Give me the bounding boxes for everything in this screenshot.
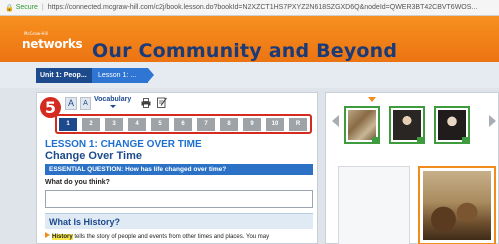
current-marker-icon: [368, 97, 376, 102]
section-title: What Is History?: [49, 217, 121, 227]
page-button-7[interactable]: 7: [197, 118, 215, 131]
page-button-2[interactable]: 2: [82, 118, 100, 131]
camera-icon: [417, 137, 425, 144]
book-title: Our Community and Beyond: [92, 40, 398, 62]
painting-image: [423, 171, 491, 240]
page-button-9[interactable]: 9: [243, 118, 261, 131]
media-panel: [325, 92, 499, 244]
url-text[interactable]: https://connected.mcgraw-hill.com/c2j/bo…: [48, 4, 478, 11]
page-button-3[interactable]: 3: [105, 118, 123, 131]
page-button-5[interactable]: 5: [151, 118, 169, 131]
media-thumbnail-2[interactable]: [389, 106, 425, 144]
play-audio-icon[interactable]: [45, 232, 50, 238]
page-button-8[interactable]: 8: [220, 118, 238, 131]
callout-badge: 5: [40, 97, 61, 118]
font-increase-button[interactable]: A: [65, 97, 77, 110]
section-header: What Is History?: [45, 213, 313, 229]
page-button-4[interactable]: 4: [128, 118, 146, 131]
lesson-panel: A A Vocabulary 5 1 2 3 4 5 6 7 8 9 10 R …: [36, 92, 318, 244]
page-button-review[interactable]: R: [289, 118, 307, 131]
notes-icon[interactable]: [157, 97, 167, 108]
featured-painting[interactable]: [418, 166, 496, 244]
portrait-image: [438, 110, 466, 140]
secure-label: Secure: [15, 4, 38, 11]
lesson-heading: LESSON 1: CHANGE OVER TIME: [45, 139, 202, 150]
address-bar[interactable]: 🔒 Secure | https://connected.mcgraw-hill…: [0, 0, 499, 16]
lesson-subheading: Change Over Time: [45, 150, 142, 162]
response-input[interactable]: [45, 190, 313, 208]
print-icon[interactable]: [141, 98, 151, 108]
breadcrumb-lesson[interactable]: Lesson 1: ...: [92, 68, 155, 83]
portrait-image: [393, 110, 421, 140]
publisher-text: McGraw-Hill: [24, 31, 48, 36]
page-button-6[interactable]: 6: [174, 118, 192, 131]
camera-icon: [372, 137, 380, 144]
vocab-keyword[interactable]: History: [52, 234, 73, 240]
breadcrumb-unit[interactable]: Unit 1: Peop...: [36, 68, 95, 83]
scene-image: [348, 110, 376, 140]
page-button-1[interactable]: 1: [59, 118, 77, 131]
media-thumbnail-1[interactable]: [344, 106, 380, 144]
prompt-label: What do you think?: [45, 179, 110, 186]
lesson-toolbar: A A Vocabulary: [37, 93, 317, 113]
body-text: tells the story of people and events fro…: [72, 234, 270, 240]
networks-logo[interactable]: McGraw-Hill networks: [22, 31, 83, 54]
header-banner: McGraw-Hill networks Our Community and B…: [0, 16, 499, 62]
media-thumbnail-3[interactable]: [434, 106, 470, 144]
logo-text: networks: [22, 37, 83, 51]
page-button-10[interactable]: 10: [266, 118, 284, 131]
carousel-prev-icon[interactable]: [332, 115, 339, 127]
media-frame: [338, 166, 410, 244]
font-decrease-button[interactable]: A: [80, 97, 91, 110]
breadcrumb: Unit 1: Peop... Lesson 1: ...: [0, 62, 499, 88]
chevron-down-icon: [110, 105, 116, 108]
body-paragraph: History tells the story of people and ev…: [45, 232, 317, 242]
vocabulary-button[interactable]: Vocabulary: [94, 96, 131, 103]
essential-question: ESSENTIAL QUESTION: How has life changed…: [45, 164, 313, 175]
camera-icon: [462, 137, 470, 144]
url-separator: |: [41, 4, 44, 11]
lock-icon: 🔒: [5, 4, 14, 12]
page-navigator: 1 2 3 4 5 6 7 8 9 10 R: [55, 114, 312, 134]
carousel-next-icon[interactable]: [489, 115, 496, 127]
